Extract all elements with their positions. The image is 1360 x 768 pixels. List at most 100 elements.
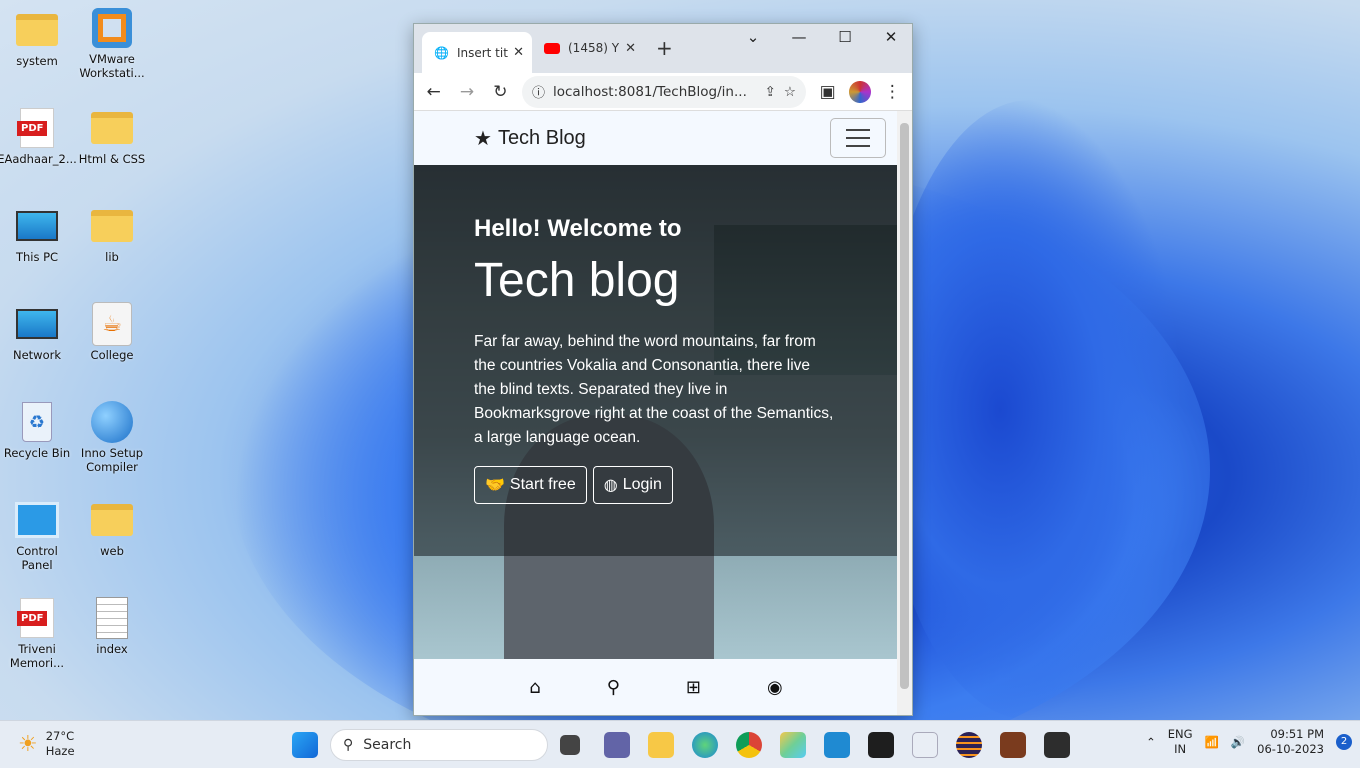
desktop-icon-index[interactable]: index: [75, 597, 149, 656]
speaker-icon[interactable]: 🔊: [1231, 735, 1245, 749]
web-page: ★ Tech Blog Hello! Welcome to Tech blog …: [414, 111, 898, 715]
system-tray: ⌃ ENG IN 📶 🔊 09:51 PM 06-10-2023 2: [1146, 727, 1352, 757]
start-button[interactable]: [292, 732, 318, 758]
desktop-icon-this-pc[interactable]: This PC: [0, 206, 74, 264]
language-indicator[interactable]: ENG IN: [1168, 727, 1193, 757]
desktop-icon-lib[interactable]: lib: [75, 206, 149, 264]
desktop-icon-control-panel[interactable]: Control Panel: [0, 500, 74, 572]
windows-terminal-icon[interactable]: [1044, 732, 1070, 758]
bookmark-star-icon[interactable]: ☆: [784, 84, 796, 100]
scrollbar-thumb[interactable]: [900, 123, 909, 689]
clock-date: 06-10-2023: [1257, 742, 1324, 756]
chrome-icon[interactable]: [736, 732, 762, 758]
hero-section: Hello! Welcome to Tech blog Far far away…: [414, 165, 898, 660]
task-view-icon[interactable]: [560, 735, 580, 755]
desktop-icon-college[interactable]: ☕ College: [75, 302, 149, 362]
monitor-icon: [16, 211, 58, 241]
desktop-icon-inno-setup[interactable]: Inno Setup Compiler: [75, 401, 149, 474]
desktop-icon-recycle-bin[interactable]: ♻ Recycle Bin: [0, 402, 74, 460]
inno-setup-icon: [91, 401, 133, 443]
network-icon: [16, 309, 58, 339]
menu-kebab-icon[interactable]: ⋮: [881, 82, 904, 102]
home-icon[interactable]: ⌂: [529, 677, 540, 698]
brand-label: Tech Blog: [497, 126, 586, 149]
start-free-label: Start free: [509, 476, 576, 493]
vmware-icon: [92, 8, 132, 48]
tab-search-button[interactable]: ⌄: [738, 28, 768, 46]
navbar-toggler-button[interactable]: [830, 118, 886, 158]
folder-icon: [91, 504, 133, 536]
clock[interactable]: 09:51 PM 06-10-2023: [1257, 727, 1324, 757]
close-tab-icon[interactable]: ✕: [625, 41, 636, 56]
reload-icon[interactable]: ↻: [489, 82, 512, 102]
login-circle-icon: ◍: [603, 477, 618, 494]
weather-desc: Haze: [45, 744, 75, 758]
chevron-up-icon[interactable]: ⌃: [1146, 735, 1156, 749]
desktop-icon-triveni[interactable]: PDF Triveni Memori...: [0, 598, 74, 670]
edge-icon[interactable]: [692, 732, 718, 758]
browser-toolbar: ← → ↻ ⓘ localhost:8081/TechBlog/in... ⇪ …: [414, 73, 912, 111]
search-placeholder: Search: [363, 737, 412, 753]
desktop-icon-network[interactable]: Network: [0, 304, 74, 362]
terminal-app-icon[interactable]: [868, 732, 894, 758]
eclipse-icon[interactable]: [956, 732, 982, 758]
side-panel-icon[interactable]: ▣: [816, 82, 839, 102]
add-square-icon[interactable]: ⊞: [686, 677, 701, 698]
text-file-icon: [96, 597, 128, 639]
tab-youtube[interactable]: (1458) Y ✕: [544, 32, 644, 64]
share-icon[interactable]: ⇪: [765, 84, 776, 100]
forward-arrow-icon[interactable]: →: [455, 82, 478, 102]
hamburger-icon: [846, 129, 870, 131]
desktop-icon-system[interactable]: system: [0, 10, 74, 68]
folder-icon: [91, 112, 133, 144]
page-scrollbar[interactable]: [897, 111, 912, 715]
game-app-icon[interactable]: [1000, 732, 1026, 758]
login-label: Login: [622, 476, 662, 493]
maximize-button[interactable]: ☐: [830, 28, 860, 46]
clock-time: 09:51 PM: [1270, 727, 1324, 741]
desktop-icon-eaadhaar[interactable]: PDF EAadhaar_2...: [0, 108, 77, 166]
info-icon: ⓘ: [531, 86, 545, 101]
pdf-icon: PDF: [17, 598, 54, 638]
site-brand[interactable]: ★ Tech Blog: [474, 126, 586, 151]
back-arrow-icon[interactable]: ←: [422, 82, 445, 102]
chrome-window: 🌐 Insert tit ✕ (1458) Y ✕ + ⌄ — ☐ ✕ ← → …: [413, 23, 913, 716]
file-explorer-icon[interactable]: [648, 732, 674, 758]
desktop-icon-web[interactable]: web: [75, 500, 149, 558]
search-icon[interactable]: ⚲: [607, 677, 620, 698]
wallpaper-bloom-2: [880, 100, 1180, 720]
login-button[interactable]: ◍ Login: [592, 466, 673, 504]
tab-label: (1458) Y: [568, 41, 620, 55]
start-free-button[interactable]: 🤝 Start free: [474, 466, 587, 504]
notification-badge[interactable]: 2: [1336, 734, 1352, 750]
hero-title: Tech blog: [474, 254, 680, 307]
user-circle-icon[interactable]: ◉: [767, 677, 783, 698]
star-icon: ★: [474, 127, 492, 150]
desktop-icon-html-css[interactable]: Html & CSS: [75, 108, 149, 166]
haze-sun-icon: ☀: [18, 731, 38, 757]
desktop-icon-vmware[interactable]: VMware Workstati...: [75, 8, 149, 80]
wifi-icon[interactable]: 📶: [1205, 735, 1219, 749]
recycle-bin-icon: ♻: [22, 402, 52, 442]
control-panel-icon: [15, 502, 59, 538]
ai-app-icon[interactable]: [912, 732, 938, 758]
youtube-icon: [544, 42, 560, 54]
handshake-icon: 🤝: [485, 477, 505, 494]
pdf-icon: PDF: [17, 108, 54, 148]
taskbar-search[interactable]: ⚲ Search: [330, 729, 548, 761]
desktop-icons: system VMware Workstati... PDF EAadhaar_…: [0, 0, 160, 720]
profile-avatar-icon[interactable]: [849, 80, 871, 103]
vscode-icon[interactable]: [824, 732, 850, 758]
cube-app-icon[interactable]: [780, 732, 806, 758]
minimize-button[interactable]: —: [784, 28, 814, 46]
close-window-button[interactable]: ✕: [876, 28, 906, 46]
close-tab-icon[interactable]: ✕: [513, 45, 524, 60]
address-bar[interactable]: ⓘ localhost:8081/TechBlog/in... ⇪ ☆: [521, 75, 806, 108]
new-tab-button[interactable]: +: [656, 32, 673, 64]
bottom-nav: ⌂ ⚲ ⊞ ◉: [414, 659, 898, 715]
folder-icon: [16, 14, 58, 46]
tab-insert-title[interactable]: 🌐 Insert tit ✕: [422, 32, 532, 73]
teams-icon[interactable]: [604, 732, 630, 758]
tab-label: Insert tit: [456, 45, 508, 60]
weather-widget[interactable]: ☀ 27°C Haze: [18, 729, 75, 759]
